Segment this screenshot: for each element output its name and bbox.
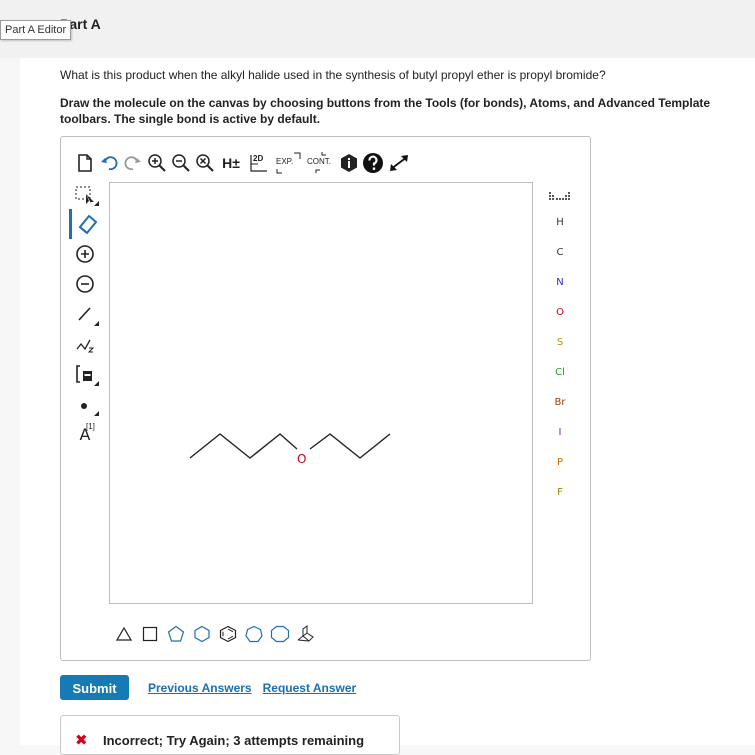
error-icon: ✖ xyxy=(75,732,88,749)
contract-label: CONT. xyxy=(307,157,331,166)
radical-more-icon xyxy=(94,411,99,416)
fullscreen-icon xyxy=(390,155,408,171)
chain-tool[interactable] xyxy=(69,329,101,359)
new-document-button[interactable] xyxy=(73,151,97,175)
help-button[interactable] xyxy=(361,151,385,175)
periodic-table-icon xyxy=(549,192,570,200)
submit-button[interactable]: Submit xyxy=(60,675,129,700)
cyclohexane-template[interactable] xyxy=(189,623,215,645)
help-icon xyxy=(363,153,383,173)
expand-button[interactable]: EXP. xyxy=(273,151,303,175)
plus-circle-icon xyxy=(76,245,94,263)
selection-icon xyxy=(75,186,94,205)
cycloheptane-template[interactable] xyxy=(241,623,267,645)
molecule-drawing: O xyxy=(189,433,391,466)
chain-icon xyxy=(76,339,95,353)
atom-f-button[interactable]: F xyxy=(540,477,580,507)
pentagon-icon xyxy=(167,625,185,642)
atom-c-button[interactable]: C xyxy=(540,237,580,267)
atom-cl-button[interactable]: Cl xyxy=(540,357,580,387)
butyl-chain xyxy=(189,433,298,459)
zoom-reset-button[interactable] xyxy=(193,151,217,175)
minus-circle-icon xyxy=(76,275,94,293)
propyl-chain xyxy=(309,433,391,459)
atom-o-button[interactable]: O xyxy=(540,297,580,327)
square-icon xyxy=(142,626,158,642)
part-editor-tooltip: Part A Editor xyxy=(0,20,72,40)
hydrogen-toggle-button[interactable]: H± xyxy=(217,151,245,175)
benzene-icon xyxy=(219,625,237,643)
benzene-template[interactable] xyxy=(215,623,241,645)
atom-i-button[interactable]: I xyxy=(540,417,580,447)
bracket-tool[interactable] xyxy=(69,359,101,389)
cyclooctane-template[interactable] xyxy=(267,623,293,645)
zoom-out-button[interactable] xyxy=(169,151,193,175)
undo-icon xyxy=(101,156,118,171)
clean-2d-button[interactable]: 2D xyxy=(245,151,273,175)
undo-button[interactable] xyxy=(97,151,121,175)
periodic-table-button[interactable] xyxy=(540,185,580,207)
top-toolbar: H± 2D EXP. CONT. xyxy=(73,145,413,181)
zoom-reset-icon xyxy=(196,154,214,172)
document-icon xyxy=(78,154,92,172)
chair-conformer-icon xyxy=(297,625,314,642)
hexagon-icon xyxy=(194,625,210,643)
atom-br-button[interactable]: Br xyxy=(540,387,580,417)
cyclopropane-template[interactable] xyxy=(111,623,137,645)
zoom-in-icon xyxy=(148,154,166,172)
cyclobutane-template[interactable] xyxy=(137,623,163,645)
atom-label-tool[interactable]: A [1] xyxy=(69,419,101,449)
expand-label: EXP. xyxy=(276,157,294,166)
question-text: What is this product when the alkyl hali… xyxy=(60,68,606,82)
radical-tool[interactable] xyxy=(69,389,101,419)
templates-toolbar xyxy=(111,622,319,646)
drawing-canvas[interactable]: O xyxy=(109,182,533,604)
zoom-in-button[interactable] xyxy=(145,151,169,175)
triangle-icon xyxy=(116,627,132,641)
dot-icon xyxy=(81,403,87,409)
molecule-editor: H± 2D EXP. CONT. A [1] O H C N O S Cl Br… xyxy=(60,136,591,661)
positive-charge-tool[interactable] xyxy=(69,239,101,269)
atom-p-button[interactable]: P xyxy=(540,447,580,477)
content-area: What is this product when the alkyl hali… xyxy=(20,58,755,755)
previous-answers-link[interactable]: Previous Answers xyxy=(148,681,252,695)
heptagon-icon xyxy=(245,625,263,643)
atom-h-button[interactable]: H xyxy=(540,207,580,237)
negative-charge-tool[interactable] xyxy=(69,269,101,299)
octagon-icon xyxy=(270,625,290,643)
bracket-more-icon xyxy=(94,381,99,386)
bond-more-icon xyxy=(94,321,99,326)
answer-actions: Submit Previous Answers Request Answer xyxy=(60,675,356,700)
info-button[interactable] xyxy=(337,151,361,175)
chair-template[interactable] xyxy=(293,623,319,645)
bracket-icon xyxy=(76,365,92,383)
oxygen-atom[interactable]: O xyxy=(297,452,306,466)
request-answer-link[interactable]: Request Answer xyxy=(263,681,357,695)
atom-s-button[interactable]: S xyxy=(540,327,580,357)
left-toolbar: A [1] xyxy=(69,181,101,449)
feedback-text: Incorrect; Try Again; 3 attempts remaini… xyxy=(103,733,365,748)
select-tool[interactable] xyxy=(69,181,101,209)
eraser-icon xyxy=(78,214,97,235)
feedback-box: ✖ Incorrect; Try Again; 3 attempts remai… xyxy=(60,715,400,755)
redo-icon xyxy=(124,156,141,171)
info-icon xyxy=(341,154,357,172)
select-tool-more-icon xyxy=(94,201,99,206)
zoom-out-icon xyxy=(172,154,190,172)
single-bond-tool[interactable] xyxy=(69,299,101,329)
redo-button[interactable] xyxy=(121,151,145,175)
eraser-tool[interactable] xyxy=(69,209,101,239)
atom-label-sup: [1] xyxy=(86,422,95,431)
atom-n-button[interactable]: N xyxy=(540,267,580,297)
top-bar: Part A Part A Editor xyxy=(0,0,755,58)
atoms-toolbar: H C N O S Cl Br I P F xyxy=(540,185,580,507)
cyclopentane-template[interactable] xyxy=(163,623,189,645)
single-bond-icon xyxy=(78,307,91,321)
fullscreen-button[interactable] xyxy=(385,151,413,175)
clean-2d-label: 2D xyxy=(253,154,264,163)
contract-button[interactable]: CONT. xyxy=(303,151,337,175)
instruction-text: Draw the molecule on the canvas by choos… xyxy=(60,96,711,126)
